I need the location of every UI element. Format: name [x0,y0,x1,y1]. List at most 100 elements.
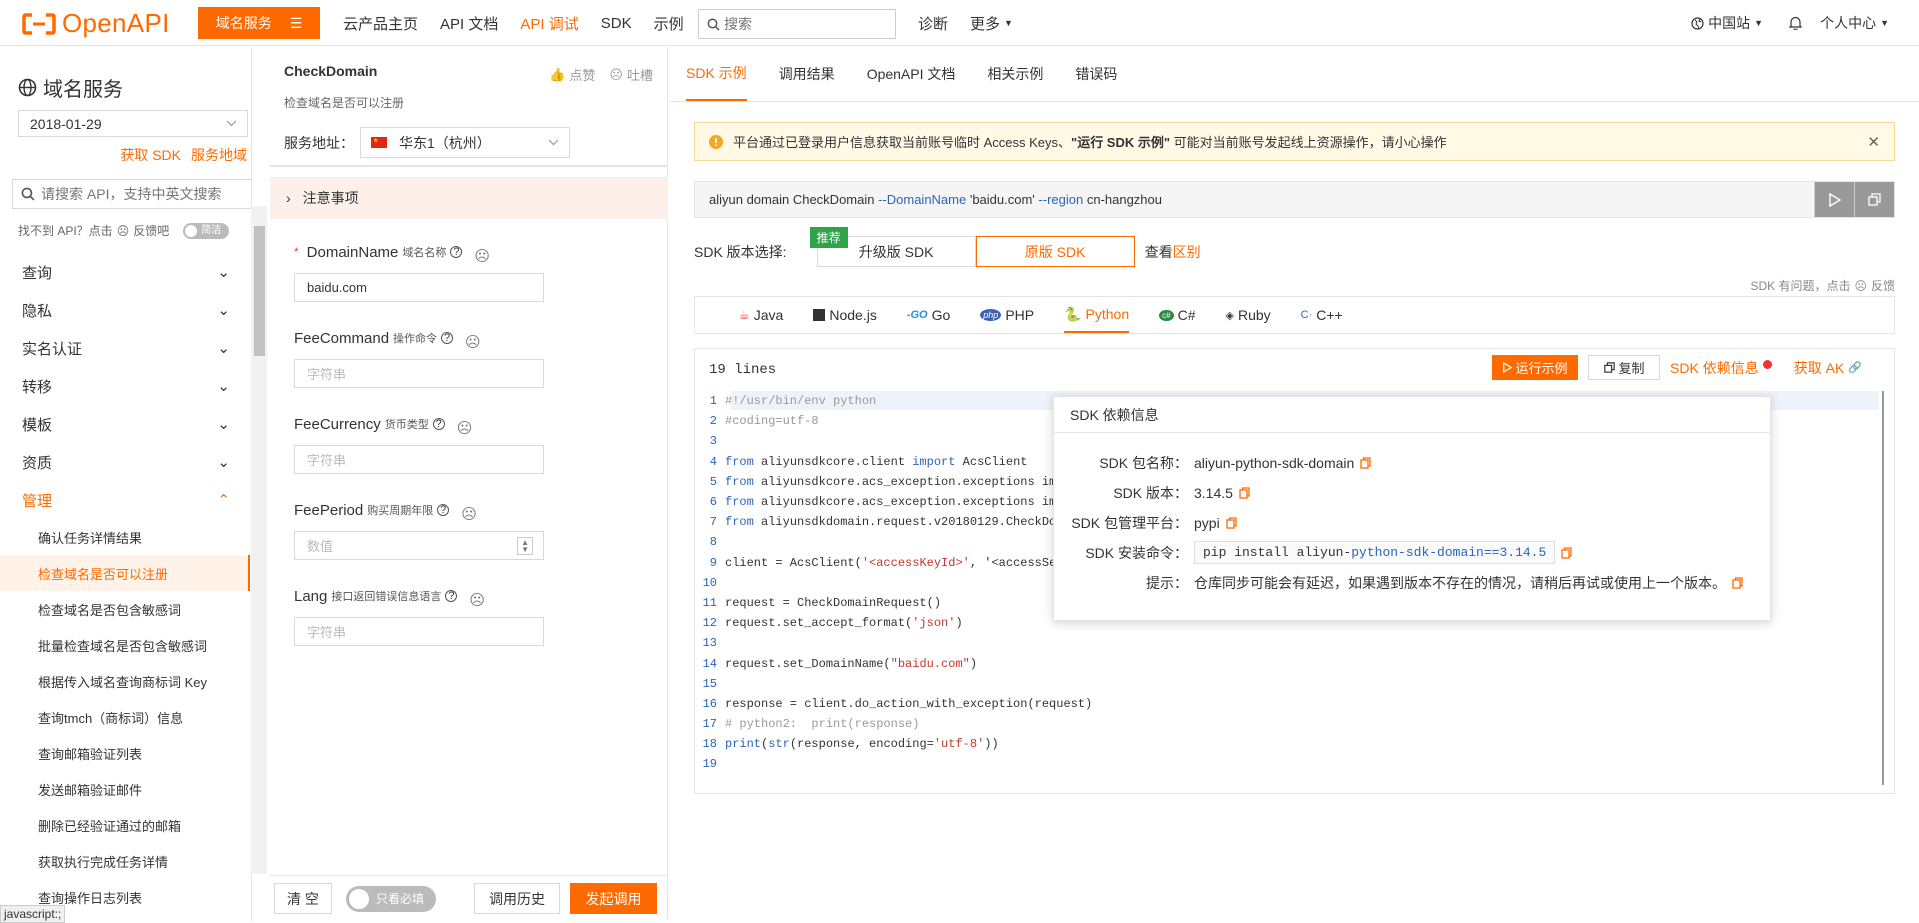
lang-tab-ruby[interactable]: ◈ Ruby [1226,297,1271,333]
service-region-link[interactable]: 服务地域 [191,145,247,165]
warning-banner: 平台通过已登录用户信息获取当前账号临时 Access Keys、"运行 SDK … [694,122,1895,161]
top-search-input[interactable] [724,16,884,32]
sidebar-item[interactable]: 检查域名是否包含敏感词 [0,591,250,627]
copy-cli-button[interactable] [1854,182,1894,217]
sidebar-item[interactable]: 根据传入域名查询商标词 Key [0,663,250,699]
domainname-input[interactable]: baidu.com [294,273,544,302]
lang-tab-cpp[interactable]: C· C++ [1301,297,1343,333]
copy-icon[interactable] [1239,487,1250,499]
help-icon[interactable]: ? [445,590,458,602]
notice-collapse[interactable]: › 注意事项 [270,177,668,219]
install-command[interactable]: pip install aliyun-python-sdk-domain==3.… [1194,541,1556,564]
sidebar-item[interactable]: 批量检查域名是否包含敏感词 [0,627,250,663]
call-history-button[interactable]: 调用历史 [474,883,560,914]
number-stepper-icon[interactable]: ▲ ▼ [517,536,533,555]
help-icon[interactable]: ? [437,504,450,516]
run-cli-button[interactable] [1814,182,1854,217]
help-icon[interactable]: ? [450,246,463,258]
close-icon[interactable]: ✕ [1867,133,1880,151]
nav-api-docs[interactable]: API 文档 [440,13,498,34]
sidebar-scrollbar[interactable] [251,206,267,874]
sdk-problem-text: SDK 有问题，点击 [1750,279,1851,293]
frown-icon[interactable]: ☹ [461,505,477,523]
category-qualification[interactable]: 资质 ⌄ [0,443,250,481]
category-template[interactable]: 模板 ⌄ [0,405,250,443]
csharp-icon: c# [1159,309,1174,321]
region-switch[interactable]: 中国站 ▼ [1691,13,1763,33]
api-search-input[interactable] [41,186,241,202]
category-transfer[interactable]: 转移 ⌄ [0,367,250,405]
upgrade-sdk-option[interactable]: 推荐 升级版 SDK [809,227,976,267]
user-center[interactable]: 个人中心 ▼ [1789,13,1889,33]
feeperiod-input[interactable]: 数值 ▲ ▼ [294,531,544,560]
category-manage[interactable]: 管理 ⌃ [0,481,250,519]
lang-tab-php[interactable]: php PHP [980,297,1034,333]
difference-link[interactable]: 区别 [1173,242,1201,262]
sidebar-item[interactable]: 查询tmch（商标词）信息 [0,699,250,735]
nav-sdk[interactable]: SDK [601,15,632,32]
original-sdk-option[interactable]: 原版 SDK [975,236,1135,267]
nav-examples[interactable]: 示例 [654,13,684,34]
feecommand-input[interactable]: 字符串 [294,359,544,388]
version-select[interactable]: 2018-01-29 [18,110,248,137]
frown-icon[interactable]: ☹ [457,419,473,437]
top-search-box[interactable] [698,9,896,39]
tab-sdk-example[interactable]: SDK 示例 [686,47,747,101]
copy-code-button[interactable]: 复制 [1588,355,1661,380]
sidebar-item[interactable]: 确认任务详情结果 [0,519,250,555]
like-button[interactable]: 👍 点赞 [549,65,595,84]
feedback-link[interactable]: 反馈吧 [133,222,169,239]
invoke-button[interactable]: 发起调用 [570,883,657,914]
get-sdk-link[interactable]: 获取 SDK [120,145,181,165]
nav-api-debug[interactable]: API 调试 [520,13,578,34]
simple-mode-toggle[interactable]: 简洁 [183,222,230,239]
lang-tab-go[interactable]: -GO Go [907,297,950,333]
category-privacy[interactable]: 隐私 ⌄ [0,291,250,329]
scrollbar-thumb[interactable] [254,226,265,356]
code-scrollbar[interactable] [1882,391,1884,785]
sidebar-item[interactable]: 发送邮箱验证邮件 [0,771,250,807]
get-ak-link[interactable]: 获取 AK 🔗 [1794,358,1862,378]
sdk-deps-link[interactable]: SDK 依赖信息 [1670,358,1772,378]
frown-icon[interactable]: ☹ [474,247,490,265]
sidebar-item[interactable]: 删除已经验证通过的邮箱 [0,807,250,843]
play-icon [1502,362,1512,373]
install-label: SDK 安装命令： [1085,544,1188,561]
help-icon[interactable]: ? [441,332,454,344]
copy-icon[interactable] [1732,577,1743,589]
clear-button[interactable]: 清 空 [274,883,332,914]
lang-tab-python[interactable]: 🐍 Python [1064,297,1130,333]
sidebar-item[interactable]: 获取执行完成任务详情 [0,843,250,879]
tab-related-examples[interactable]: 相关示例 [987,47,1043,101]
lang-tab-nodejs[interactable]: Node.js [813,297,877,333]
domain-service-button[interactable]: 域名服务 ☰ [198,7,320,39]
sidebar-item[interactable]: 查询邮箱验证列表 [0,735,250,771]
frown-icon[interactable]: ☹ [465,333,481,351]
nav-more[interactable]: 更多 ▼ [970,13,1013,34]
tab-error-codes[interactable]: 错误码 [1075,47,1117,101]
frown-icon[interactable]: ☹ [469,591,485,609]
feecurrency-input[interactable]: 字符串 [294,445,544,474]
sidebar-item-active[interactable]: 检查域名是否可以注册 [0,555,250,591]
param-name: DomainName [306,243,399,261]
region-select[interactable]: ★ 华东1（杭州） [360,127,570,158]
copy-icon[interactable] [1561,546,1572,559]
openapi-logo[interactable]: OpenAPI [22,8,170,39]
lang-tab-java[interactable]: ☕ Java [739,297,783,333]
copy-icon[interactable] [1226,517,1237,529]
help-icon[interactable]: ? [432,418,445,430]
tab-call-result[interactable]: 调用结果 [779,47,835,101]
lang-tab-csharp[interactable]: c# C# [1159,297,1196,333]
copy-icon[interactable] [1360,457,1371,469]
nav-product-home[interactable]: 云产品主页 [343,13,418,34]
run-example-button[interactable]: 运行示例 [1492,355,1579,380]
category-realname[interactable]: 实名认证 ⌄ [0,329,250,367]
api-search-box[interactable] [12,179,251,209]
nav-diagnose[interactable]: 诊断 [918,13,948,34]
tab-openapi-docs[interactable]: OpenAPI 文档 [867,47,956,101]
lang-input[interactable]: 字符串 [294,617,544,646]
dislike-button[interactable]: ☹ 吐槽 [609,65,653,84]
category-query[interactable]: 查询 ⌄ [0,253,250,291]
required-only-toggle[interactable]: 只看必填 [346,885,436,912]
sdk-feedback-link[interactable]: 反馈 [1871,277,1895,294]
